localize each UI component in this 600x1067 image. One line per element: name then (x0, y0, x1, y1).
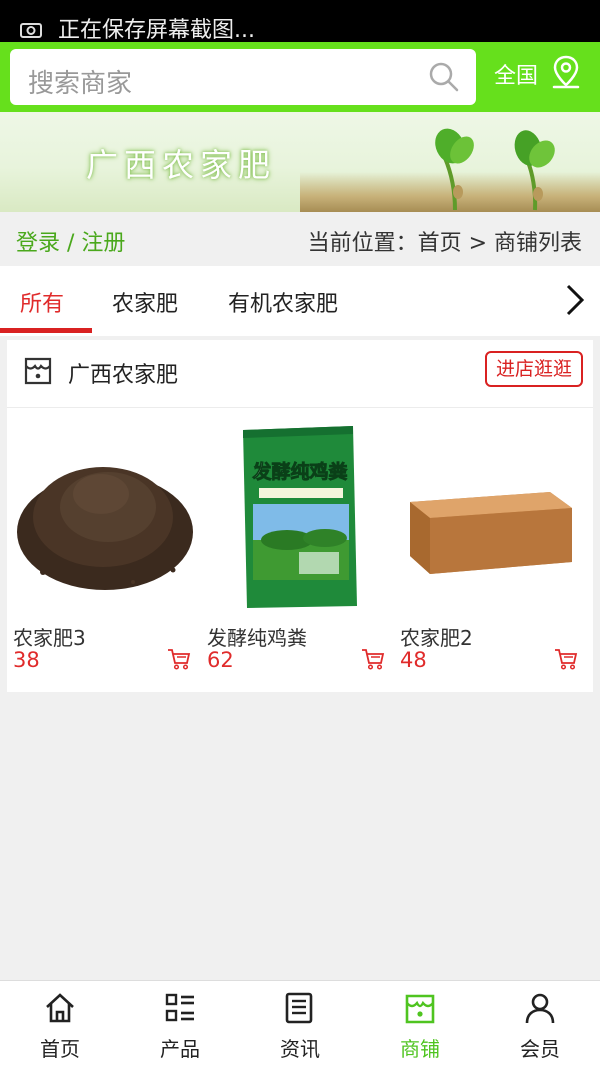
top-bar: 搜索商家 全国 (0, 42, 600, 112)
chevron-right-icon[interactable] (560, 282, 588, 318)
category-tabs: 所有 农家肥 有机农家肥 (0, 266, 600, 336)
grid-list-icon (165, 993, 194, 1022)
store-icon (24, 357, 52, 385)
product-name: 农家肥2 (400, 626, 473, 650)
breadcrumb-bar: 登录 / 注册 当前位置：首页 > 商铺列表 (0, 212, 600, 266)
banner: 广西农家肥 (0, 112, 600, 212)
nav-label: 会员 (520, 1037, 560, 1061)
nav-label: 产品 (160, 1037, 200, 1061)
search-icon[interactable] (428, 61, 460, 93)
status-notice: 正在保存屏幕截图... (58, 18, 255, 43)
product-name: 农家肥3 (13, 626, 86, 650)
product-price: 48 (400, 648, 427, 672)
visit-shop-button[interactable]: 进店逛逛 (485, 351, 583, 387)
cart-icon[interactable] (167, 648, 191, 670)
product-card[interactable]: 发酵纯鸡粪 发酵纯鸡粪 62 (207, 422, 393, 672)
login-register-link[interactable]: 登录 / 注册 (16, 225, 125, 257)
location-icon[interactable] (550, 54, 582, 90)
product-card[interactable]: 农家肥2 48 (400, 422, 586, 672)
nav-products[interactable]: 产品 (120, 981, 240, 1067)
active-tab-indicator (0, 328, 92, 333)
banner-title: 广西农家肥 (86, 146, 277, 184)
nav-label: 商铺 (400, 1037, 440, 1061)
search-placeholder: 搜索商家 (28, 69, 133, 99)
coir-block-image (410, 492, 572, 574)
product-name: 发酵纯鸡粪 (207, 626, 307, 650)
nav-news[interactable]: 资讯 (240, 981, 360, 1067)
soil-pile-image (17, 467, 193, 590)
search-input[interactable]: 搜索商家 (10, 49, 476, 105)
cart-icon[interactable] (554, 648, 578, 670)
tab-farm-manure[interactable]: 农家肥 (112, 286, 178, 318)
sprout-illustration (435, 128, 555, 211)
nav-label: 首页 (40, 1037, 80, 1061)
nav-label: 资讯 (280, 1037, 320, 1061)
tab-all[interactable]: 所有 (20, 286, 64, 318)
bottom-nav: 首页 产品 资讯 商铺 会员 (0, 980, 600, 1067)
tab-organic-farm-manure[interactable]: 有机农家肥 (228, 286, 338, 318)
shop-icon (405, 994, 435, 1024)
shop-card: 广西农家肥 进店逛逛 农家肥3 38 发酵纯鸡粪 发酵纯鸡粪 62 农家肥2 4… (7, 340, 593, 692)
news-icon (285, 992, 313, 1024)
nav-member[interactable]: 会员 (480, 981, 600, 1067)
breadcrumb: 当前位置：首页 > 商铺列表 (307, 231, 582, 256)
shop-name: 广西农家肥 (68, 363, 179, 388)
nav-shops[interactable]: 商铺 (360, 981, 480, 1067)
product-price: 62 (207, 648, 234, 672)
status-bar: 正在保存屏幕截图... (0, 0, 600, 43)
product-card[interactable]: 农家肥3 38 (13, 422, 199, 672)
home-icon (46, 993, 74, 1023)
shop-header: 广西农家肥 进店逛逛 (7, 340, 593, 408)
region-selector[interactable]: 全国 (494, 58, 538, 90)
bag-label: 发酵纯鸡粪 (251, 460, 347, 483)
fertilizer-bag-image: 发酵纯鸡粪 (243, 426, 357, 608)
product-price: 38 (13, 648, 40, 672)
user-icon (525, 993, 555, 1024)
nav-home[interactable]: 首页 (0, 981, 120, 1067)
cart-icon[interactable] (361, 648, 385, 670)
screenshot-icon (20, 23, 42, 38)
